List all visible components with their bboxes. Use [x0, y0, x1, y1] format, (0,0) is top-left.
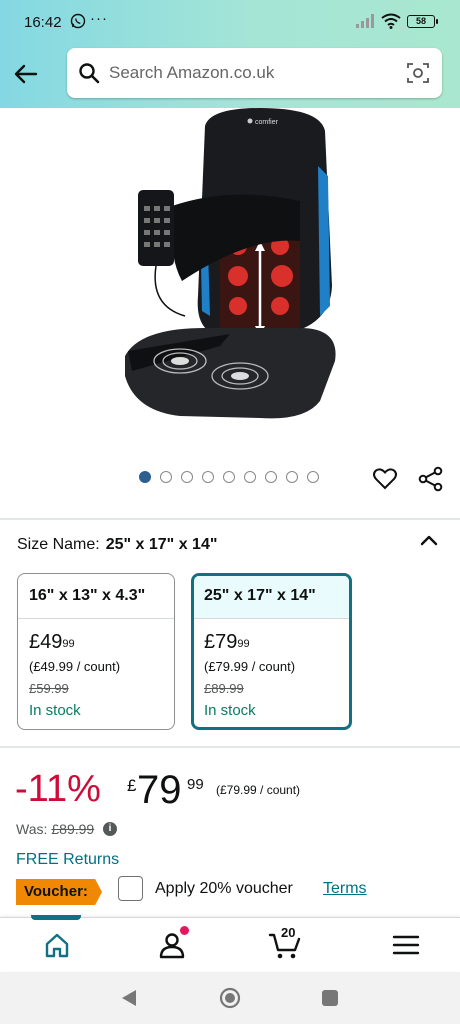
carousel-dot[interactable]: [202, 471, 214, 483]
search-input[interactable]: [109, 58, 389, 88]
system-navigation-bar: [0, 972, 460, 1024]
system-home-icon[interactable]: [219, 987, 241, 1009]
voucher-checkbox[interactable]: [118, 876, 143, 901]
size-option-price-fraction: 99: [62, 638, 75, 650]
size-option-card[interactable]: 16" x 13" x 4.3" £4999 (£49.99 / count) …: [17, 573, 175, 730]
was-label: Was:: [16, 821, 48, 837]
size-option-currency: £: [29, 631, 41, 653]
signal-icon: [356, 14, 374, 28]
home-icon[interactable]: [40, 930, 74, 960]
carousel-dot[interactable]: [286, 471, 298, 483]
carousel-dot[interactable]: [160, 471, 172, 483]
carousel-dot[interactable]: [265, 471, 277, 483]
size-option-price: £7999: [204, 632, 349, 652]
size-option-unit-price: (£79.99 / count): [204, 659, 296, 674]
status-more: ···: [90, 10, 108, 27]
menu-icon[interactable]: [389, 930, 423, 960]
size-option-currency: £: [204, 631, 216, 653]
discount-percentage: -11%: [15, 768, 101, 810]
size-option-price-whole: 49: [40, 631, 63, 653]
search-icon: [79, 63, 100, 84]
active-tab-indicator: [31, 915, 81, 920]
voucher-badge: Voucher:: [16, 879, 102, 905]
size-option-card-selected[interactable]: 25" x 17" x 14" £7999 (£79.99 / count) £…: [191, 573, 352, 730]
carousel-dot[interactable]: [307, 471, 319, 483]
product-page: 16:42 ··· 58 Search Amazon.co.uk comfier…: [0, 0, 460, 1024]
status-time: 16:42: [24, 14, 62, 31]
size-option-unit-price: (£49.99 / count): [29, 659, 121, 674]
chevron-up-icon[interactable]: [417, 530, 441, 550]
size-option-name: 25" x 17" x 14": [194, 576, 349, 619]
image-carousel-dots: [139, 471, 319, 485]
size-option-price-fraction: 99: [237, 638, 250, 650]
system-recents-icon[interactable]: [322, 990, 338, 1006]
was-price: £89.99: [51, 821, 95, 837]
was-price-row: Was: £89.99: [16, 821, 94, 837]
bottom-navigation: 20: [0, 915, 460, 971]
price-currency: £: [127, 776, 137, 795]
size-option-stock: In stock: [29, 702, 81, 719]
share-icon[interactable]: [418, 466, 444, 492]
camera-search-icon[interactable]: [406, 61, 430, 85]
price-whole: 79: [137, 768, 182, 812]
battery-icon: 58: [407, 15, 438, 28]
size-option-was-price: £59.99: [29, 681, 69, 696]
voucher-label: Apply 20% voucher: [155, 880, 293, 897]
carousel-dot[interactable]: [244, 471, 256, 483]
product-brand-text: comfier: [255, 119, 279, 126]
wifi-icon: [381, 13, 401, 29]
whatsapp-icon: [70, 13, 86, 29]
size-option-price-whole: 79: [215, 631, 238, 653]
size-name-row: Size Name: 25" x 17" x 14": [17, 536, 217, 554]
notification-badge: [180, 926, 189, 935]
size-option-name: 16" x 13" x 4.3": [18, 574, 174, 619]
voucher-terms-link[interactable]: Terms: [323, 880, 367, 898]
status-bar: 16:42 ··· 58: [0, 0, 460, 44]
carousel-dot[interactable]: [181, 471, 193, 483]
size-name-label: Size Name:: [17, 536, 100, 553]
size-option-price: £4999: [29, 632, 174, 652]
product-image[interactable]: comfier: [110, 106, 360, 426]
system-back-icon[interactable]: [120, 988, 138, 1008]
size-option-stock: In stock: [204, 702, 256, 719]
cart-count: 20: [281, 925, 296, 940]
size-option-was-price: £89.99: [204, 681, 244, 696]
carousel-dot[interactable]: [139, 471, 151, 483]
info-icon[interactable]: i: [103, 822, 117, 836]
size-name-selected: 25" x 17" x 14": [105, 536, 218, 553]
divider: [0, 746, 460, 748]
divider: [0, 518, 460, 520]
search-bar[interactable]: [67, 48, 442, 98]
carousel-dot[interactable]: [223, 471, 235, 483]
app-header: 16:42 ··· 58: [0, 0, 460, 108]
price-fraction: 99: [187, 776, 204, 793]
free-returns-link[interactable]: FREE Returns: [16, 851, 119, 869]
back-arrow-icon[interactable]: [10, 58, 42, 90]
unit-price: (£79.99 / count): [216, 783, 301, 797]
heart-icon[interactable]: [372, 466, 398, 492]
